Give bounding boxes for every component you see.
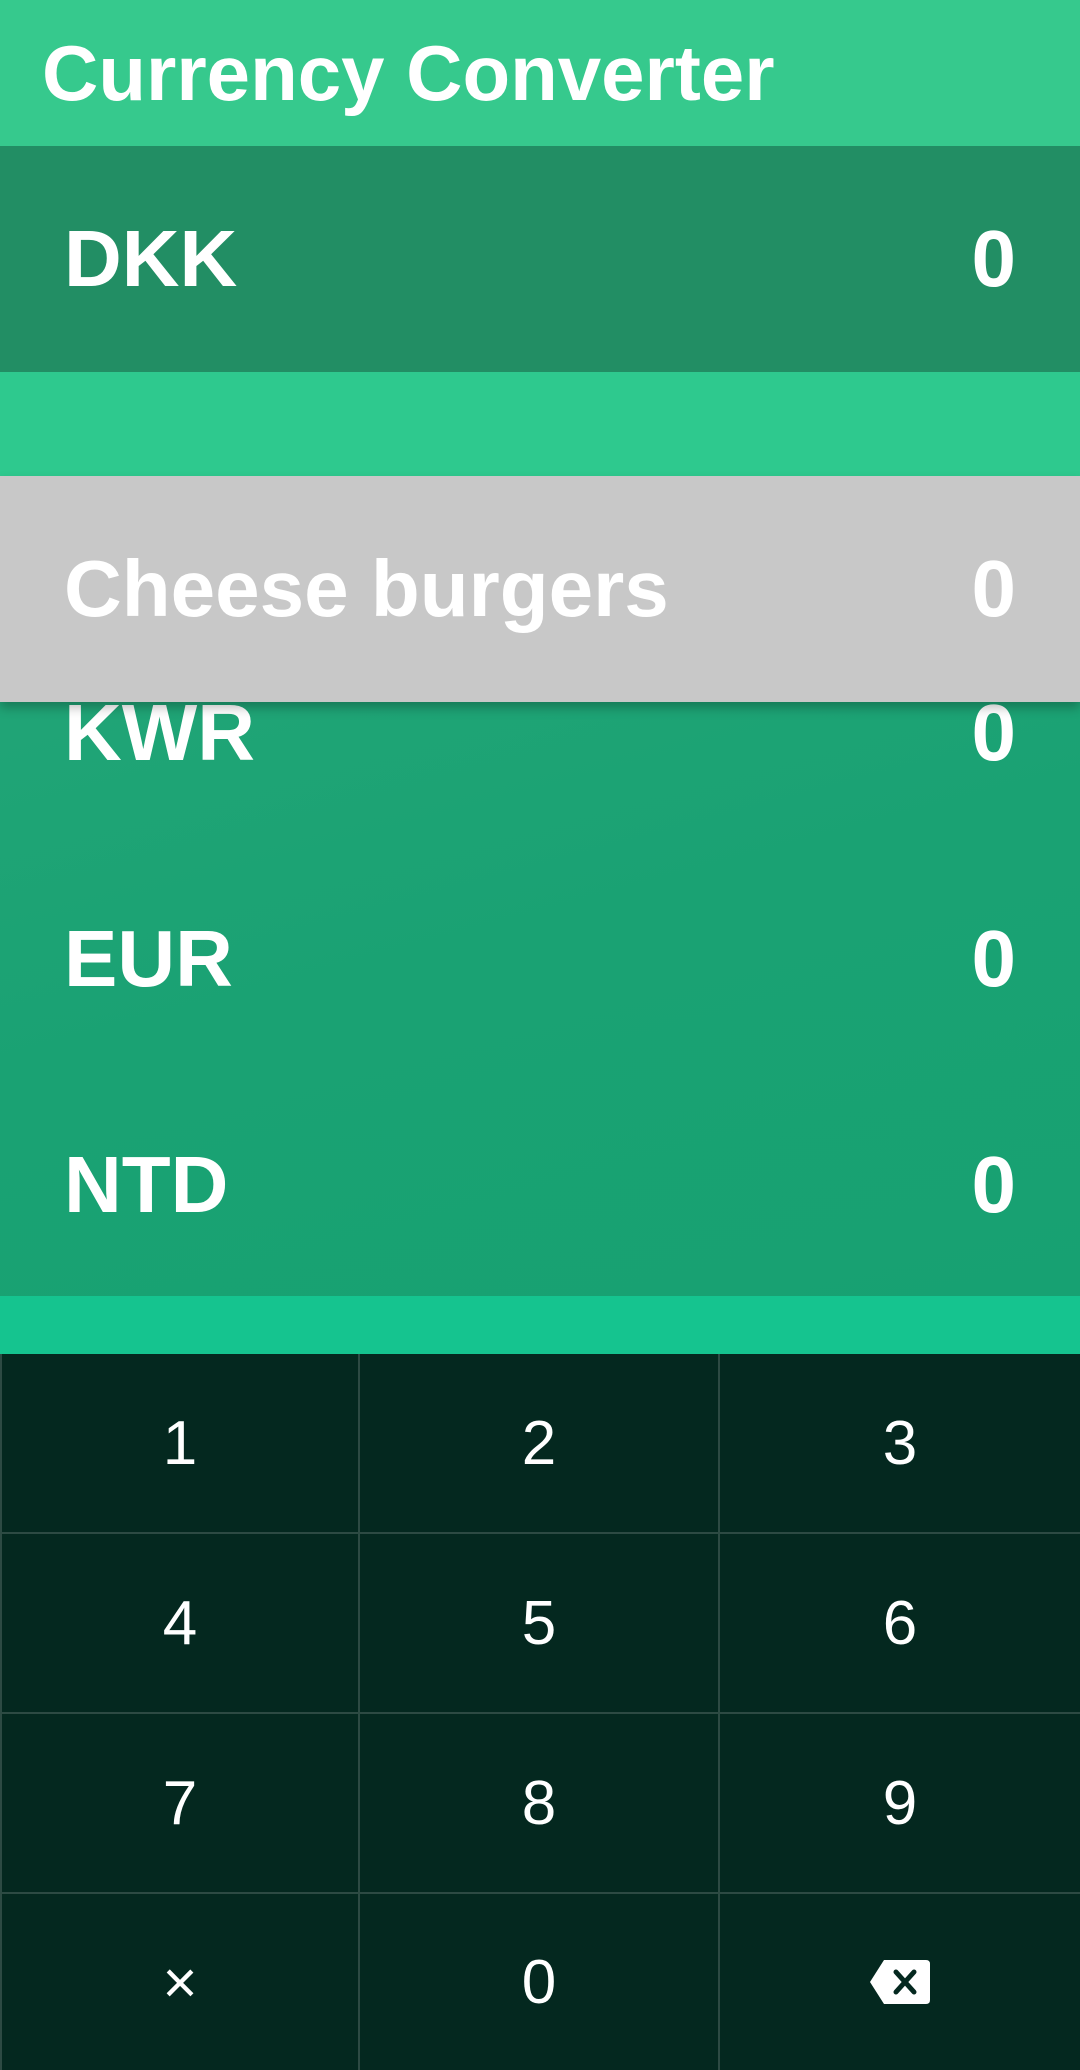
dragged-row-cheese-burgers[interactable]: Cheese burgers 0 [0,476,1080,702]
app-root: Currency Converter DKK 0 KWR 0 EUR 0 NTD… [0,0,1080,2070]
key-4[interactable]: 4 [0,1534,360,1714]
clear-key[interactable]: × [0,1894,360,2070]
currency-row-ntd[interactable]: NTD 0 [0,1072,1080,1298]
key-2[interactable]: 2 [360,1354,720,1534]
currency-code: EUR [64,914,233,1003]
key-6[interactable]: 6 [720,1534,1080,1714]
app-header: Currency Converter [0,0,1080,146]
selected-currency-row[interactable]: DKK 0 [0,146,1080,372]
keypad-top-band [0,1296,1080,1354]
currency-row-eur[interactable]: EUR 0 [0,846,1080,1072]
clear-icon: × [162,1948,198,2016]
dragged-row-label: Cheese burgers [64,544,669,633]
dragged-row-value: 0 [971,544,1017,633]
key-0[interactable]: 0 [360,1894,720,2070]
key-5[interactable]: 5 [360,1534,720,1714]
key-9[interactable]: 9 [720,1714,1080,1894]
key-3[interactable]: 3 [720,1354,1080,1534]
numeric-keypad: 1 2 3 4 5 6 7 8 9 × 0 [0,1354,1080,2070]
key-7[interactable]: 7 [0,1714,360,1894]
key-8[interactable]: 8 [360,1714,720,1894]
selected-currency-code: DKK [64,214,238,303]
backspace-icon [868,1958,932,2006]
key-1[interactable]: 1 [0,1354,360,1534]
currency-code: NTD [64,1140,229,1229]
backspace-key[interactable] [720,1894,1080,2070]
app-title: Currency Converter [42,28,775,117]
divider-band [0,372,1080,476]
selected-currency-value: 0 [971,214,1017,303]
currency-value: 0 [971,1140,1017,1229]
currency-value: 0 [971,914,1017,1003]
